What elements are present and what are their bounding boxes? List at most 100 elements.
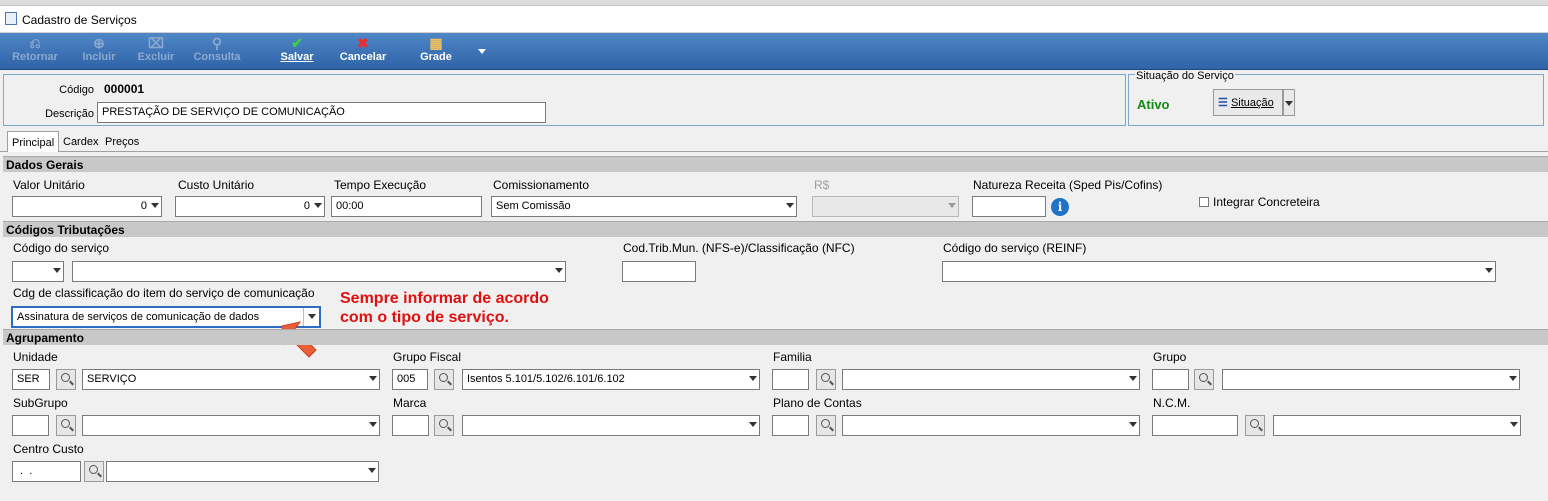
consulta-label: Consulta bbox=[193, 51, 241, 63]
chevron-down-icon bbox=[555, 268, 563, 273]
toolbar-more-icon[interactable] bbox=[478, 49, 486, 54]
valor-unitario-field[interactable]: 0 bbox=[12, 196, 162, 217]
codigos-tributacoes-header: Códigos Tributações bbox=[3, 221, 1548, 237]
descricao-field[interactable]: PRESTAÇÃO DE SERVIÇO DE COMUNICAÇÃO bbox=[97, 102, 546, 123]
ncm-search-button[interactable] bbox=[1245, 415, 1265, 436]
incluir-button[interactable]: ⊕ Incluir bbox=[76, 35, 122, 63]
subgrupo-select[interactable] bbox=[82, 415, 380, 436]
integrar-concreteira-label: Integrar Concreteira bbox=[1213, 195, 1320, 209]
grupo-fiscal-code-value: 005 bbox=[397, 373, 416, 385]
return-icon: ⎌ bbox=[29, 35, 41, 51]
chevron-down-icon bbox=[749, 422, 757, 427]
check-icon: ✔ bbox=[291, 35, 303, 51]
cancelar-label: Cancelar bbox=[339, 51, 387, 63]
tab-cardex[interactable]: Cardex bbox=[59, 133, 102, 152]
cancel-icon: ✖ bbox=[357, 35, 369, 51]
grid-icon: ▦ bbox=[429, 35, 443, 51]
valor-unitario-value: 0 bbox=[140, 200, 147, 212]
subgrupo-label: SubGrupo bbox=[13, 396, 68, 410]
custo-unitario-label: Custo Unitário bbox=[178, 178, 255, 192]
salvar-label: Salvar bbox=[280, 51, 314, 63]
plano-contas-code-field[interactable] bbox=[772, 415, 809, 436]
familia-code-field[interactable] bbox=[772, 369, 809, 390]
cod-trib-mun-field[interactable] bbox=[622, 261, 696, 282]
search-icon-handle bbox=[829, 380, 834, 386]
centro-custo-search-button[interactable] bbox=[84, 461, 104, 482]
chevron-down-icon bbox=[1510, 422, 1518, 427]
situacao-panel: Situação do Serviço Ativo ☰ Situação bbox=[1128, 70, 1544, 126]
grade-button[interactable]: ▦ Grade bbox=[414, 35, 458, 63]
chevron-down-icon bbox=[368, 468, 376, 473]
situacao-button[interactable]: ☰ Situação bbox=[1213, 89, 1283, 116]
codigo-reinf-select[interactable] bbox=[942, 261, 1496, 282]
grupo-select[interactable] bbox=[1222, 369, 1520, 390]
search-icon-handle bbox=[447, 426, 452, 432]
ncm-select[interactable] bbox=[1273, 415, 1521, 436]
subgrupo-code-field[interactable] bbox=[12, 415, 49, 436]
comissionamento-label: Comissionamento bbox=[493, 178, 590, 192]
tab-cardex-label: Cardex bbox=[63, 136, 99, 148]
tab-precos[interactable]: Preços bbox=[101, 133, 143, 152]
natureza-receita-label: Natureza Receita (Sped Pis/Cofins) bbox=[973, 178, 1163, 192]
retornar-button[interactable]: ⎌ Retornar bbox=[8, 35, 62, 63]
marca-code-field[interactable] bbox=[392, 415, 429, 436]
codigo-servico-select[interactable] bbox=[72, 261, 566, 282]
tempo-execucao-field[interactable]: 00:00 bbox=[331, 196, 482, 217]
centro-custo-code-value: . . bbox=[17, 465, 33, 477]
grupo-fiscal-code-field[interactable]: 005 bbox=[392, 369, 428, 390]
info-icon[interactable]: i bbox=[1051, 198, 1069, 216]
centro-custo-select[interactable] bbox=[106, 461, 379, 482]
grupo-fiscal-select[interactable]: Isentos 5.101/5.102/6.101/6.102 bbox=[462, 369, 760, 390]
familia-search-button[interactable] bbox=[816, 369, 836, 390]
excluir-label: Excluir bbox=[137, 51, 175, 63]
annotation-note: Sempre informar de acordo com o tipo de … bbox=[340, 289, 549, 327]
grupo-fiscal-search-button[interactable] bbox=[434, 369, 454, 390]
custo-unitario-field[interactable]: 0 bbox=[175, 196, 325, 217]
tab-principal-label: Principal bbox=[12, 137, 55, 149]
window-title: Cadastro de Serviços bbox=[22, 13, 137, 27]
unidade-select[interactable]: SERVIÇO bbox=[82, 369, 380, 390]
codigo-reinf-label: Código do serviço (REINF) bbox=[943, 241, 1087, 255]
centro-custo-code-field[interactable]: . . bbox=[12, 461, 81, 482]
grupo-search-button[interactable] bbox=[1194, 369, 1214, 390]
salvar-button[interactable]: ✔ Salvar bbox=[276, 35, 318, 63]
marca-search-button[interactable] bbox=[434, 415, 454, 436]
marca-select[interactable] bbox=[462, 415, 760, 436]
unidade-search-button[interactable] bbox=[56, 369, 76, 390]
cdg-classificacao-value: Assinatura de serviços de comunicação de… bbox=[17, 311, 260, 323]
codigo-label: Código bbox=[59, 84, 94, 96]
subgrupo-search-button[interactable] bbox=[56, 415, 76, 436]
unidade-code-value: SER bbox=[17, 373, 40, 385]
plano-contas-search-button[interactable] bbox=[816, 415, 836, 436]
chevron-down-icon bbox=[369, 422, 377, 427]
rs-select[interactable] bbox=[812, 196, 959, 217]
toolbar: ⎌ Retornar ⊕ Incluir ⌧ Excluir ⚲ Consult… bbox=[0, 33, 1548, 70]
chevron-down-icon bbox=[749, 376, 757, 381]
excluir-button[interactable]: ⌧ Excluir bbox=[133, 35, 179, 63]
chevron-down-icon bbox=[151, 203, 159, 208]
cdg-classificacao-label: Cdg de classificação do item do serviço … bbox=[13, 286, 315, 300]
tab-precos-label: Preços bbox=[105, 136, 140, 148]
familia-select[interactable] bbox=[842, 369, 1140, 390]
chevron-down-icon bbox=[369, 376, 377, 381]
codigo-servico-code-select[interactable] bbox=[12, 261, 64, 282]
header-panel: Código 000001 Descrição PRESTAÇÃO DE SER… bbox=[3, 74, 1126, 126]
cancelar-button[interactable]: ✖ Cancelar bbox=[335, 35, 391, 63]
unidade-code-field[interactable]: SER bbox=[12, 369, 50, 390]
integrar-concreteira-checkbox[interactable] bbox=[1199, 197, 1209, 207]
grupo-code-field[interactable] bbox=[1152, 369, 1189, 390]
plano-contas-label: Plano de Contas bbox=[773, 396, 862, 410]
tab-principal[interactable]: Principal bbox=[7, 131, 60, 153]
comissionamento-select[interactable]: Sem Comissão bbox=[491, 196, 797, 217]
descricao-label: Descrição bbox=[45, 108, 94, 120]
plano-contas-select[interactable] bbox=[842, 415, 1140, 436]
unidade-desc-value: SERVIÇO bbox=[87, 373, 137, 385]
form-icon bbox=[5, 12, 17, 25]
cdg-classificacao-select[interactable]: Assinatura de serviços de comunicação de… bbox=[11, 306, 321, 328]
ncm-label: N.C.M. bbox=[1153, 396, 1191, 410]
chevron-down-icon bbox=[53, 268, 61, 273]
ncm-code-field[interactable] bbox=[1152, 415, 1238, 436]
situacao-dropdown[interactable] bbox=[1283, 89, 1295, 116]
natureza-receita-field[interactable] bbox=[972, 196, 1046, 217]
consulta-button[interactable]: ⚲ Consulta bbox=[190, 35, 244, 63]
